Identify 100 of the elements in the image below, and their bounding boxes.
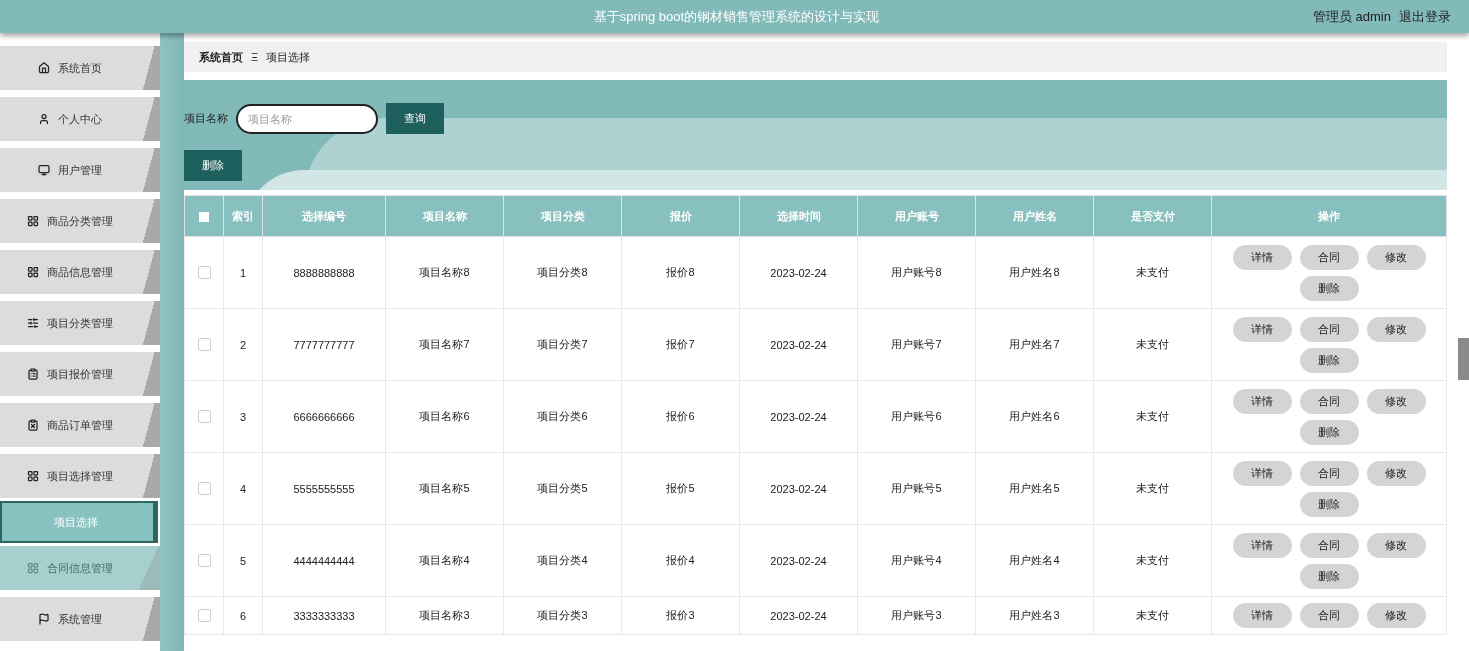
action-button[interactable]: 合同 <box>1299 532 1359 558</box>
app-title: 基于spring boot的钢材销售管理系统的设计与实现 <box>592 7 881 26</box>
scrollbar-thumb[interactable] <box>1458 338 1469 380</box>
action-button[interactable]: 详情 <box>1232 244 1292 270</box>
sidebar-item[interactable]: 合同信息管理 <box>0 546 160 590</box>
grid-icon <box>27 266 39 278</box>
search-label: 项目名称 <box>184 111 228 126</box>
table-cell: 报价4 <box>621 524 740 597</box>
breadcrumb-current: 项目选择 <box>266 49 311 65</box>
action-button[interactable]: 删除 <box>1299 491 1359 517</box>
sidebar-item[interactable]: 商品分类管理 <box>0 199 160 243</box>
search-field[interactable]: 项目名称 <box>236 103 378 134</box>
sidebar-item[interactable]: 系统管理 <box>0 597 160 641</box>
table-cell: 3 <box>223 380 263 453</box>
action-button[interactable]: 修改 <box>1366 460 1426 486</box>
table-cell: 2023-02-24 <box>739 236 858 309</box>
clipboard-x-icon <box>27 419 39 431</box>
table-cell: 项目分类3 <box>503 596 622 635</box>
action-button[interactable]: 详情 <box>1232 603 1292 628</box>
flag-icon <box>38 613 50 625</box>
row-checkbox[interactable] <box>197 609 211 623</box>
row-checkbox[interactable] <box>197 482 211 496</box>
table-cell: 用户账号3 <box>857 596 976 635</box>
home-icon <box>38 62 50 74</box>
user-icon <box>38 113 50 125</box>
table-cell: 用户账号5 <box>857 452 976 525</box>
sidebar-item[interactable]: 用户管理 <box>0 148 160 192</box>
sidebar-item[interactable]: 项目分类管理 <box>0 301 160 345</box>
column-header: 项目分类 <box>503 195 622 237</box>
action-button[interactable]: 详情 <box>1232 388 1292 414</box>
table-cell: 用户账号8 <box>857 236 976 309</box>
breadcrumb-link[interactable]: 系统首页 <box>199 49 243 65</box>
row-checkbox[interactable] <box>197 266 211 280</box>
action-button[interactable]: 合同 <box>1299 460 1359 486</box>
user-label: 管理员 admin <box>1312 7 1391 26</box>
action-button[interactable]: 合同 <box>1299 603 1359 628</box>
table-cell: 未支付 <box>1093 308 1212 381</box>
logout-link[interactable]: 退出登录 <box>1399 7 1451 26</box>
table-cell: 报价7 <box>621 308 740 381</box>
action-button[interactable]: 合同 <box>1299 388 1359 414</box>
grid-icon <box>27 215 39 227</box>
table-cell: 项目名称7 <box>385 308 504 381</box>
table-cell: 3333333333 <box>262 596 386 635</box>
row-checkbox[interactable] <box>197 554 211 568</box>
table-cell: 项目名称3 <box>385 596 504 635</box>
table-cell: 未支付 <box>1093 236 1212 309</box>
table-cell: 1 <box>223 236 263 309</box>
table-cell: 用户账号7 <box>857 308 976 381</box>
action-button[interactable]: 删除 <box>1299 347 1359 373</box>
table-cell: 未支付 <box>1093 452 1212 525</box>
row-checkbox[interactable] <box>197 410 211 424</box>
sidebar-item[interactable]: 商品信息管理 <box>0 250 160 294</box>
table-cell: 用户姓名4 <box>975 524 1094 597</box>
table-cell: 6 <box>223 596 263 635</box>
action-button[interactable]: 详情 <box>1232 316 1292 342</box>
action-button[interactable]: 删除 <box>1299 563 1359 589</box>
column-header: 用户姓名 <box>975 195 1094 237</box>
table-cell: 报价5 <box>621 452 740 525</box>
column-header: 用户账号 <box>857 195 976 237</box>
action-button[interactable]: 详情 <box>1232 460 1292 486</box>
action-button[interactable]: 删除 <box>1299 419 1359 445</box>
table-cell: 项目名称4 <box>385 524 504 597</box>
action-button[interactable]: 修改 <box>1366 388 1426 414</box>
delete-button[interactable]: 删除 <box>184 150 242 181</box>
sidebar-item[interactable]: 项目报价管理 <box>0 352 160 396</box>
table-cell: 4 <box>223 452 263 525</box>
select-all-checkbox[interactable] <box>199 212 209 223</box>
table-cell: 未支付 <box>1093 596 1212 635</box>
action-button[interactable]: 修改 <box>1366 244 1426 270</box>
table-cell: 项目分类8 <box>503 236 622 309</box>
table-cell: 未支付 <box>1093 524 1212 597</box>
action-button[interactable]: 合同 <box>1299 244 1359 270</box>
table-cell: 项目分类4 <box>503 524 622 597</box>
table-cell: 2023-02-24 <box>739 380 858 453</box>
search-button[interactable]: 查询 <box>386 103 444 134</box>
column-header: 项目名称 <box>385 195 504 237</box>
table-cell: 报价8 <box>621 236 740 309</box>
table-cell: 项目名称6 <box>385 380 504 453</box>
table-cell: 用户账号6 <box>857 380 976 453</box>
grid-icon <box>27 562 39 574</box>
action-button[interactable]: 详情 <box>1232 532 1292 558</box>
action-button[interactable]: 修改 <box>1366 603 1426 628</box>
sidebar-item[interactable]: 系统首页 <box>0 46 160 90</box>
sidebar-item[interactable]: 项目选择管理 <box>0 454 160 498</box>
sidebar-item[interactable]: 个人中心 <box>0 97 160 141</box>
column-header: 操作 <box>1211 195 1447 237</box>
action-button[interactable]: 修改 <box>1366 532 1426 558</box>
table-cell: 2 <box>223 308 263 381</box>
action-button[interactable]: 修改 <box>1366 316 1426 342</box>
table-cell: 5 <box>223 524 263 597</box>
table-cell: 2023-02-24 <box>739 452 858 525</box>
monitor-icon <box>38 164 50 176</box>
action-button[interactable]: 合同 <box>1299 316 1359 342</box>
table-cell: 项目名称8 <box>385 236 504 309</box>
table-cell: 用户姓名3 <box>975 596 1094 635</box>
action-button[interactable]: 删除 <box>1299 275 1359 301</box>
table-cell: 2023-02-24 <box>739 596 858 635</box>
sidebar-item[interactable]: 商品订单管理 <box>0 403 160 447</box>
column-header: 是否支付 <box>1093 195 1212 237</box>
row-checkbox[interactable] <box>197 338 211 352</box>
